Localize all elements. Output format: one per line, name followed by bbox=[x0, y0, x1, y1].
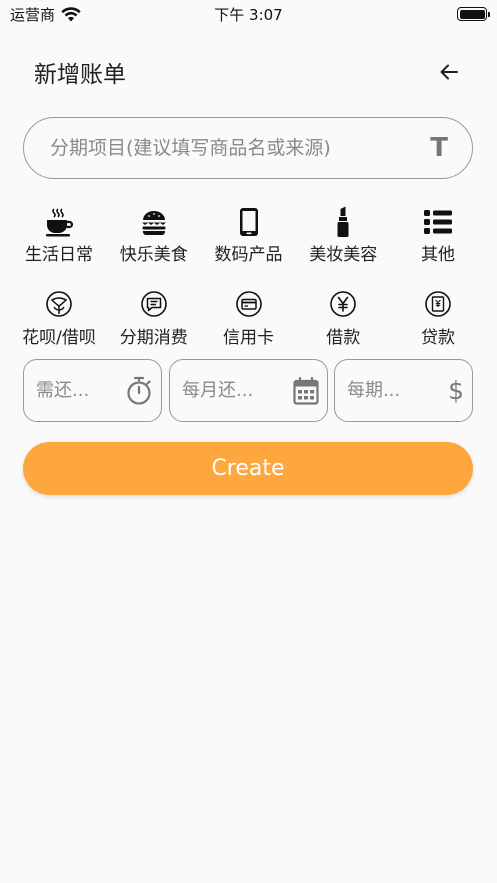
back-button[interactable] bbox=[435, 58, 463, 86]
category-digital[interactable]: 数码产品 bbox=[202, 206, 296, 265]
carrier-label: 运营商 bbox=[10, 5, 56, 24]
category-label: 生活日常 bbox=[25, 245, 93, 265]
category-label: 美妆美容 bbox=[309, 245, 378, 265]
yuan-coin-icon bbox=[330, 291, 357, 317]
category-other[interactable]: 其他 bbox=[391, 206, 485, 265]
arrow-left-icon bbox=[440, 64, 458, 80]
status-left: 运营商 bbox=[10, 4, 81, 25]
credit-card-icon bbox=[235, 291, 262, 317]
payment-label: 借款 bbox=[326, 328, 361, 348]
payment-label: 信用卡 bbox=[223, 328, 274, 348]
payment-credit-card[interactable]: 信用卡 bbox=[202, 288, 296, 348]
list-icon bbox=[424, 210, 452, 234]
payment-borrow[interactable]: 借款 bbox=[296, 288, 390, 348]
project-name-input[interactable] bbox=[50, 137, 431, 159]
timer-icon[interactable] bbox=[125, 376, 153, 406]
payment-loan[interactable]: 贷款 bbox=[391, 288, 485, 348]
per-period-field: $ bbox=[334, 359, 473, 422]
coffee-cup-icon bbox=[46, 208, 74, 237]
monthly-date-field bbox=[169, 359, 328, 422]
wifi-icon bbox=[61, 6, 81, 21]
payment-huabei[interactable]: 花呗/借呗 bbox=[12, 288, 106, 348]
battery-icon bbox=[457, 7, 490, 21]
create-button[interactable]: Create bbox=[23, 442, 473, 495]
header: 新增账单 bbox=[0, 48, 497, 96]
burger-icon bbox=[141, 211, 166, 235]
repay-total-input[interactable] bbox=[36, 380, 125, 401]
calendar-icon[interactable] bbox=[293, 376, 319, 405]
category-food[interactable]: 快乐美食 bbox=[107, 206, 201, 265]
huabei-icon bbox=[46, 291, 72, 317]
text-format-icon: T bbox=[430, 133, 448, 163]
project-name-field: T bbox=[23, 117, 473, 179]
category-row: 生活日常 快乐美食 数码产品 美妆美容 其他 bbox=[12, 206, 485, 265]
repay-total-field bbox=[23, 359, 162, 422]
category-label: 数码产品 bbox=[214, 245, 283, 265]
installment-icon bbox=[140, 291, 167, 317]
monthly-date-input[interactable] bbox=[182, 380, 293, 401]
category-beauty[interactable]: 美妆美容 bbox=[296, 206, 390, 265]
per-period-input[interactable] bbox=[347, 380, 449, 401]
category-label: 快乐美食 bbox=[119, 245, 188, 265]
payment-label: 分期消费 bbox=[119, 328, 188, 348]
payment-label: 贷款 bbox=[421, 328, 455, 348]
smartphone-icon bbox=[239, 208, 258, 236]
payment-label: 花呗/借呗 bbox=[22, 328, 96, 348]
status-bar: 运营商 下午 3:07 bbox=[0, 0, 497, 28]
dollar-icon: $ bbox=[448, 376, 464, 405]
category-label: 其他 bbox=[421, 245, 455, 265]
category-daily-life[interactable]: 生活日常 bbox=[12, 206, 106, 265]
payment-type-row: 花呗/借呗 分期消费 信用卡 借款 贷款 bbox=[12, 288, 485, 348]
lipstick-icon bbox=[337, 206, 349, 237]
loan-icon bbox=[425, 291, 451, 317]
payment-installment[interactable]: 分期消费 bbox=[107, 288, 201, 348]
page-title: 新增账单 bbox=[34, 62, 126, 88]
